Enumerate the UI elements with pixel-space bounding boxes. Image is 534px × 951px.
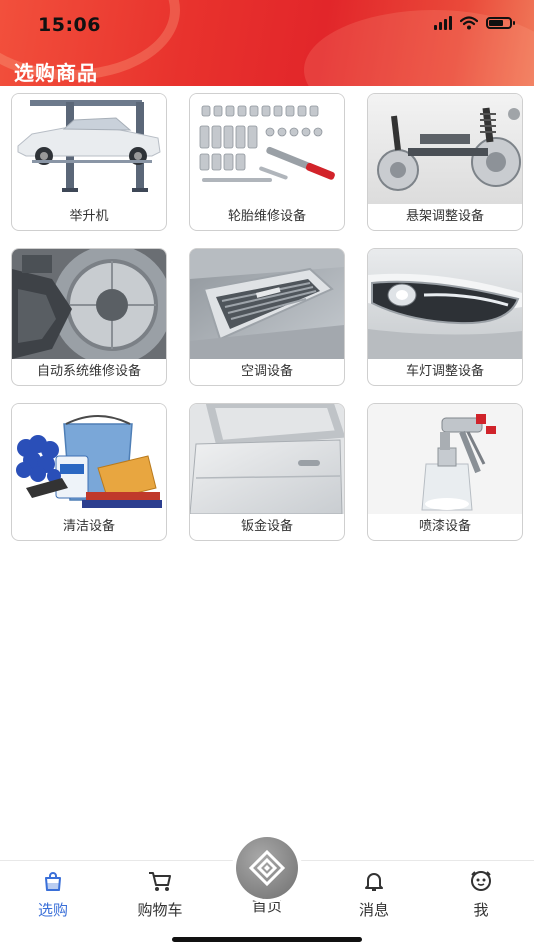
tab-cart[interactable]: 购物车 [120, 869, 200, 920]
category-card-lift[interactable]: 举升机 [11, 93, 167, 231]
tab-label: 购物车 [137, 901, 183, 919]
category-label: 喷漆设备 [418, 519, 471, 534]
category-label: 清洁设备 [62, 519, 115, 534]
signal-icon [434, 16, 452, 30]
brake-disc-image [12, 249, 166, 359]
cleaning-supplies-image [12, 404, 166, 514]
tab-label: 选购 [37, 901, 68, 919]
suspension-image [368, 94, 522, 204]
category-label: 空调设备 [240, 364, 293, 379]
bell-icon [365, 873, 383, 891]
air-vent-image [190, 249, 344, 359]
category-card-suspension[interactable]: 悬架调整设备 [367, 93, 523, 231]
cart-icon [149, 872, 171, 891]
spray-gun-image [368, 404, 522, 514]
tab-label: 消息 [358, 901, 389, 919]
status-icons [434, 16, 515, 30]
home-logo-icon [248, 849, 286, 887]
car-lift-image [12, 94, 166, 204]
status-time: 15:06 [38, 14, 101, 36]
category-card-air-conditioning[interactable]: 空调设备 [189, 248, 345, 386]
category-label: 车灯调整设备 [405, 364, 484, 379]
tab-messages[interactable]: 消息 [334, 869, 414, 920]
header: 15:06 选购商品 [0, 0, 534, 86]
category-card-auto-system[interactable]: 自动系统维修设备 [11, 248, 167, 386]
wifi-icon [460, 16, 478, 30]
category-label: 举升机 [69, 209, 109, 224]
headlight-image [368, 249, 522, 359]
shopping-bag-icon [45, 872, 61, 891]
category-label: 钣金设备 [240, 519, 293, 534]
car-door-image [190, 404, 344, 514]
category-card-painting[interactable]: 喷漆设备 [367, 403, 523, 541]
category-label: 自动系统维修设备 [36, 364, 141, 379]
tab-me[interactable]: 我 [441, 869, 521, 920]
tab-label: 我 [473, 901, 489, 919]
home-indicator [172, 937, 362, 942]
category-label: 轮胎维修设备 [227, 209, 306, 224]
socket-wrench-set-image [190, 94, 344, 204]
smiley-icon [471, 871, 492, 891]
tab-shop[interactable]: 选购 [13, 869, 93, 920]
category-card-headlight[interactable]: 车灯调整设备 [367, 248, 523, 386]
category-card-cleaning[interactable]: 清洁设备 [11, 403, 167, 541]
category-card-sheet-metal[interactable]: 钣金设备 [189, 403, 345, 541]
category-grid: 举升机 轮胎维修设备 悬架调整设备 自动系统维修设备 空调设备 车灯调整设备 清… [11, 93, 524, 541]
page-title: 选购商品 [14, 61, 98, 85]
home-button[interactable] [236, 837, 298, 899]
battery-icon [486, 17, 515, 29]
category-card-tire-repair[interactable]: 轮胎维修设备 [189, 93, 345, 231]
category-label: 悬架调整设备 [405, 209, 484, 224]
